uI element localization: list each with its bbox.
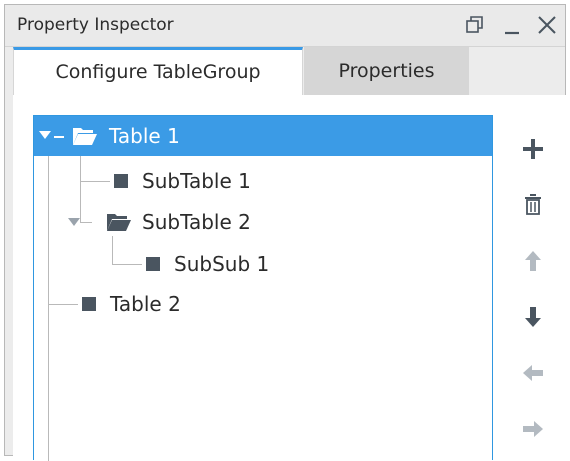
arrow-right-icon (523, 421, 543, 437)
tree-node-subsub-1[interactable]: SubSub 1 (34, 244, 492, 284)
tab-bar: Configure TableGroup Properties (5, 47, 565, 95)
tree-node-label: SubTable 2 (142, 210, 251, 234)
title-bar: Property Inspector (5, 5, 565, 47)
arrow-left-icon (523, 365, 543, 381)
tree-node-label: SubTable 1 (142, 169, 251, 193)
minimize-icon[interactable] (499, 11, 527, 39)
move-down-button[interactable] (513, 297, 553, 337)
tab-properties[interactable]: Properties (304, 47, 469, 95)
leaf-node-icon (146, 257, 160, 271)
folder-open-icon (73, 128, 97, 145)
restore-icon[interactable] (461, 11, 489, 39)
add-icon (523, 139, 543, 159)
tab-configure-tablegroup[interactable]: Configure TableGroup (13, 47, 303, 95)
move-left-button[interactable] (513, 353, 553, 393)
move-up-button[interactable] (513, 241, 553, 281)
close-icon[interactable] (533, 11, 561, 39)
panel-title: Property Inspector (17, 15, 174, 35)
tab-content: Table 1 SubTable 1 SubTable 2 SubSub 1 T… (13, 95, 567, 461)
tree-node-label: Table 2 (110, 292, 181, 316)
arrow-up-icon (525, 251, 541, 271)
expand-arrow-icon[interactable] (38, 130, 52, 140)
tree-node-subtable-2[interactable]: SubTable 2 (34, 202, 492, 242)
delete-button[interactable] (513, 185, 553, 225)
folder-open-icon (107, 214, 131, 231)
tree-node-table-2[interactable]: Table 2 (34, 284, 492, 324)
expand-arrow-icon[interactable] (67, 217, 81, 227)
leaf-node-icon (114, 174, 128, 188)
property-inspector-panel: Property Inspector Configure TableGroup … (4, 4, 567, 461)
tree-node-label: Table 1 (109, 124, 180, 148)
tree-node-label: SubSub 1 (174, 252, 270, 276)
tree-node-table-1[interactable]: Table 1 (34, 116, 492, 156)
add-button[interactable] (513, 129, 553, 169)
leaf-node-icon (82, 297, 96, 311)
arrow-down-icon (525, 307, 541, 327)
move-right-button[interactable] (513, 409, 553, 449)
table-group-tree[interactable]: Table 1 SubTable 1 SubTable 2 SubSub 1 T… (33, 115, 493, 461)
trash-icon (525, 194, 541, 215)
tree-node-subtable-1[interactable]: SubTable 1 (34, 161, 492, 201)
